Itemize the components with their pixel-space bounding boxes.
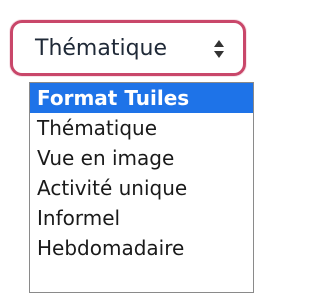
option-format-tuiles[interactable]: Format Tuiles: [30, 83, 253, 113]
select-arrows-icon: [214, 40, 224, 58]
option-activite-unique[interactable]: Activité unique: [30, 173, 253, 203]
option-vue-en-image[interactable]: Vue en image: [30, 143, 253, 173]
option-informel[interactable]: Informel: [30, 203, 253, 233]
format-select[interactable]: Thématique: [10, 20, 246, 76]
option-hebdomadaire[interactable]: Hebdomadaire: [30, 233, 253, 263]
option-thematique[interactable]: Thématique: [30, 113, 253, 143]
format-dropdown-list: Format Tuiles Thématique Vue en image Ac…: [29, 82, 254, 293]
page: Thématique Format Tuiles Thématique Vue …: [0, 0, 270, 293]
select-value: Thématique: [35, 36, 168, 61]
